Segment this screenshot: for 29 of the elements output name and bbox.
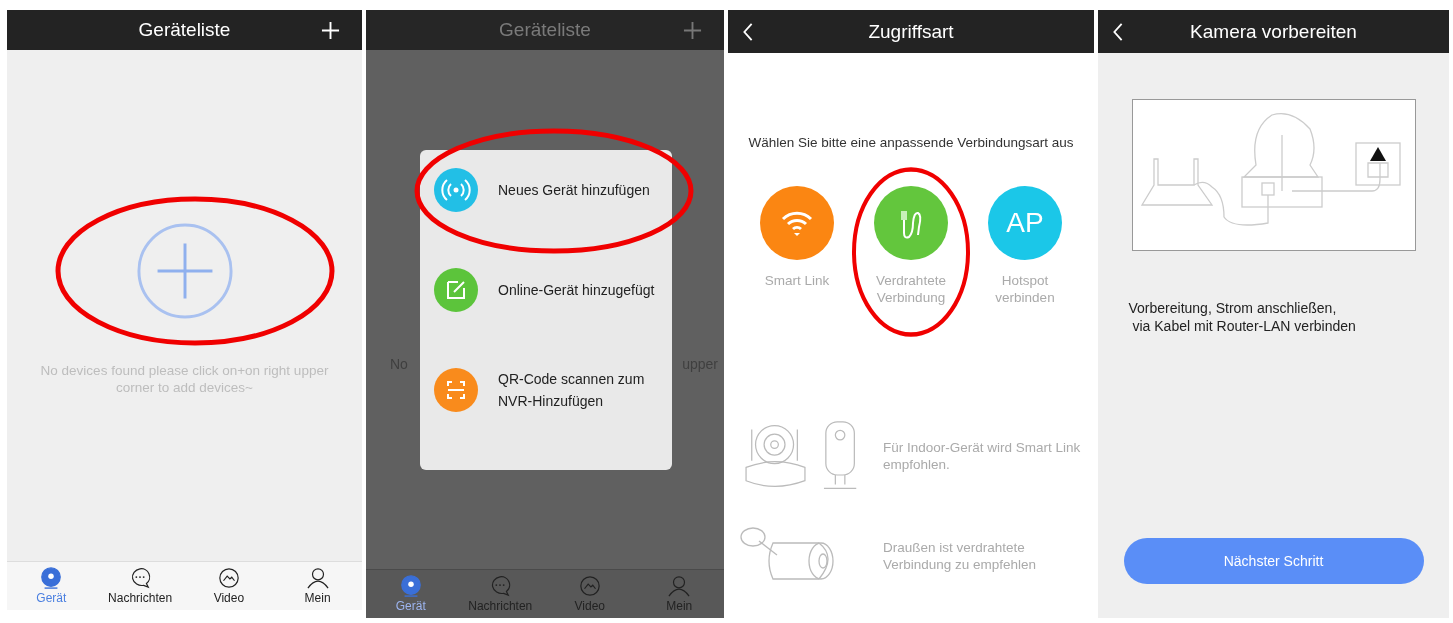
back-icon[interactable] — [1112, 21, 1124, 42]
instruction-text: Vorbereitung, Strom anschließen, via Kabel mit Router-LAN verbinden — [1128, 299, 1357, 335]
picture-icon — [578, 575, 601, 597]
screen-title: Geräteliste — [138, 19, 231, 41]
person-icon — [668, 575, 691, 597]
tab-item[interactable]: Gerät — [11, 567, 92, 605]
chat-icon — [489, 575, 512, 597]
menu-item[interactable]: QR-Code scannen zum NVR-Hinzufügen — [434, 368, 672, 412]
camera-icon — [399, 575, 422, 597]
hotspot-icon: AP — [988, 186, 1062, 260]
connection-option[interactable]: Smart Link — [752, 186, 842, 289]
hint-text: Draußen ist verdrahtete Verbindung zu empfehlen — [883, 539, 1038, 573]
tab-item[interactable]: Video — [188, 567, 269, 605]
person-icon — [306, 567, 329, 589]
next-step-button[interactable]: Nächster Schritt — [1123, 538, 1424, 584]
screen-title: Geräteliste — [499, 19, 591, 41]
menu-item[interactable]: Online-Gerät hinzugefügt — [434, 268, 672, 312]
picture-icon — [217, 567, 240, 589]
connection-option[interactable]: AP Hotspot verbinden — [980, 186, 1070, 306]
screen-title: Kamera vorbereiten — [1190, 20, 1357, 43]
tab-item[interactable]: Gerät — [370, 575, 451, 613]
back-icon[interactable] — [742, 21, 754, 42]
hint-text: Für Indoor-Gerät wird Smart Link empfohlen. — [883, 439, 1082, 473]
chat-icon — [129, 567, 152, 589]
camera-icon — [40, 567, 63, 589]
tab-item[interactable]: Mein — [277, 567, 358, 605]
screen-title: Zugriffsart — [868, 20, 954, 43]
tab-item[interactable]: Nachrichten — [100, 567, 181, 605]
instruction-text: Wählen Sie bitte eine anpassende Verbindungsart aus — [748, 135, 1074, 150]
